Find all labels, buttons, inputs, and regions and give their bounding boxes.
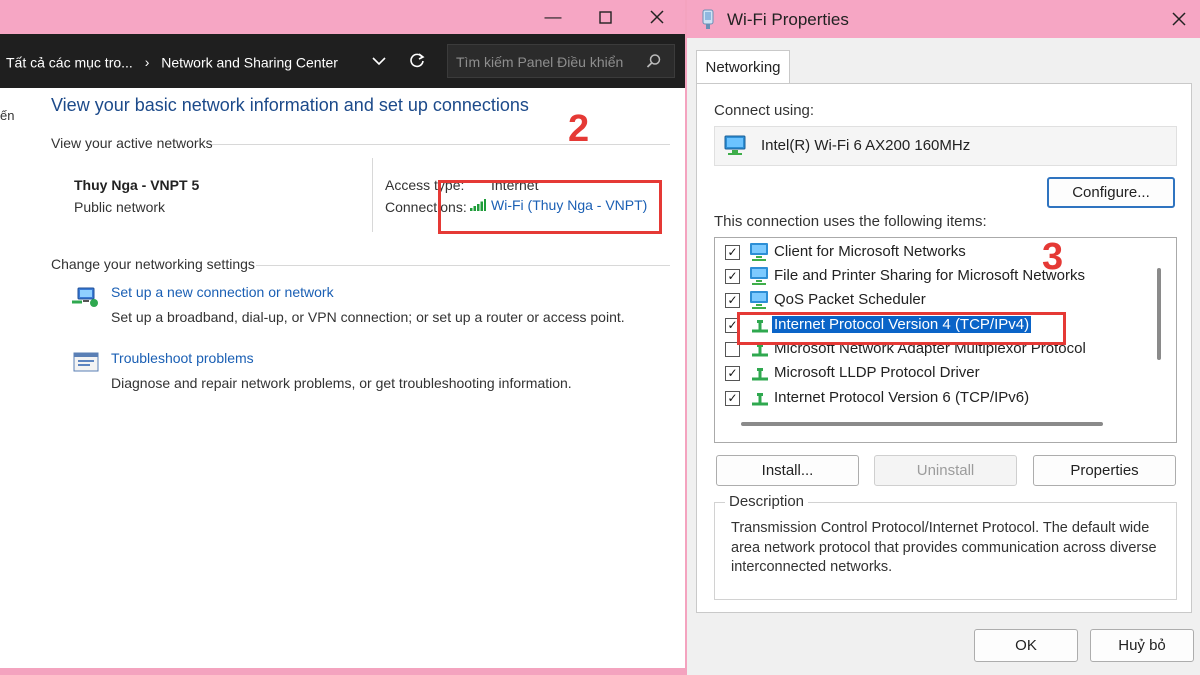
- item-label: Microsoft LLDP Protocol Driver: [774, 364, 980, 381]
- setup-connection-link[interactable]: Set up a new connection or network: [111, 284, 334, 300]
- maximize-button[interactable]: [582, 4, 628, 30]
- dialog-title: Wi-Fi Properties: [727, 10, 849, 29]
- cancel-button[interactable]: Huỷ bỏ: [1090, 629, 1194, 662]
- horizontal-scrollbar[interactable]: [741, 422, 1103, 426]
- item-checkbox[interactable]: ✓: [725, 391, 740, 406]
- wifi-properties-dialog: Wi-Fi Properties Networking Connect usin…: [687, 0, 1200, 675]
- setup-connection-desc: Set up a broadband, dial-up, or VPN conn…: [111, 309, 625, 325]
- breadcrumb: Tất cả các mục tro... › Network and Shar…: [6, 53, 338, 70]
- network-client-icon: [750, 243, 768, 261]
- chevron-down-icon: [372, 56, 386, 65]
- adapter-name: Intel(R) Wi-Fi 6 AX200 160MHz: [761, 137, 971, 154]
- network-adapter-icon: [724, 135, 746, 155]
- annotation-box-2: [438, 180, 662, 234]
- search-icon[interactable]: [646, 53, 662, 69]
- list-item[interactable]: ✓ Internet Protocol Version 6 (TCP/IPv6): [715, 386, 1151, 410]
- change-settings-label: Change your networking settings: [51, 256, 255, 272]
- network-setup-icon: [72, 287, 98, 307]
- description-group: Description Transmission Control Protoco…: [714, 493, 1177, 600]
- description-label: Description: [725, 493, 809, 510]
- maximize-icon: [598, 10, 612, 24]
- chevron-right-icon: ›: [144, 54, 150, 71]
- items-list-label: This connection uses the following items…: [714, 213, 987, 230]
- minimize-icon: —: [544, 7, 562, 26]
- dialog-titlebar: Wi-Fi Properties: [687, 0, 1200, 38]
- breadcrumb-item-network-center[interactable]: Network and Sharing Center: [161, 54, 338, 70]
- list-item[interactable]: ✓ QoS Packet Scheduler: [715, 288, 1151, 312]
- networking-tab-panel: Connect using: Intel(R) Wi-Fi 6 AX200 16…: [696, 83, 1192, 613]
- network-sharing-center-window: — Tất cả các mục tro... › Network and Sh…: [0, 0, 685, 668]
- uninstall-button[interactable]: Uninstall: [874, 455, 1017, 486]
- qos-icon: [750, 291, 768, 309]
- item-checkbox[interactable]: ✓: [725, 366, 740, 381]
- tab-networking[interactable]: Networking: [696, 50, 790, 83]
- vertical-divider: [372, 158, 373, 232]
- wifi-adapter-icon: [702, 9, 714, 29]
- search-input[interactable]: [454, 51, 638, 73]
- list-item[interactable]: ✓ Microsoft LLDP Protocol Driver: [715, 361, 1151, 385]
- search-box: [447, 44, 675, 78]
- item-label: File and Printer Sharing for Microsoft N…: [774, 267, 1085, 284]
- ok-button[interactable]: OK: [974, 629, 1078, 662]
- divider: [212, 144, 670, 145]
- sidebar-cut-label: ến: [0, 108, 15, 123]
- install-button[interactable]: Install...: [716, 455, 859, 486]
- protocol-icon: [752, 368, 768, 381]
- address-dropdown-button[interactable]: [366, 48, 392, 74]
- page-title: View your basic network information and …: [51, 95, 529, 115]
- annotation-box-3: [737, 312, 1066, 345]
- description-text: Transmission Control Protocol/Internet P…: [731, 520, 1157, 575]
- network-name: Thuy Nga - VNPT 5: [74, 177, 200, 193]
- item-checkbox[interactable]: ✓: [725, 269, 740, 284]
- tab-strip: Networking: [687, 38, 1200, 84]
- item-label: Client for Microsoft Networks: [774, 243, 966, 260]
- divider: [256, 265, 670, 266]
- close-icon: [650, 10, 664, 24]
- refresh-button[interactable]: [404, 48, 430, 74]
- troubleshoot-icon: [73, 352, 99, 372]
- troubleshoot-link[interactable]: Troubleshoot problems: [111, 350, 254, 366]
- item-label: QoS Packet Scheduler: [774, 291, 926, 308]
- annotation-number-3: 3: [1042, 236, 1064, 278]
- annotation-number-2: 2: [568, 108, 590, 150]
- item-checkbox[interactable]: ✓: [725, 245, 740, 260]
- list-item[interactable]: ✓ Client for Microsoft Networks: [715, 240, 1151, 264]
- troubleshoot-desc: Diagnose and repair network problems, or…: [111, 375, 572, 391]
- network-type: Public network: [74, 199, 166, 215]
- item-checkbox[interactable]: ✓: [725, 293, 740, 308]
- adapter-field: Intel(R) Wi-Fi 6 AX200 160MHz: [714, 126, 1177, 166]
- configure-button[interactable]: Configure...: [1047, 177, 1175, 208]
- item-label: Internet Protocol Version 6 (TCP/IPv6): [774, 389, 1030, 406]
- dialog-close-button[interactable]: [1164, 6, 1194, 32]
- refresh-icon: [410, 53, 425, 68]
- left-titlebar: —: [0, 0, 685, 34]
- address-bar: Tất cả các mục tro... › Network and Shar…: [0, 34, 685, 88]
- connect-using-label: Connect using:: [714, 102, 815, 119]
- left-content: ến View your basic network information a…: [0, 88, 685, 668]
- protocol-icon: [752, 393, 768, 406]
- list-item[interactable]: ✓ File and Printer Sharing for Microsoft…: [715, 264, 1151, 288]
- breadcrumb-item-all-items[interactable]: Tất cả các mục tro...: [6, 54, 133, 70]
- close-icon: [1172, 12, 1186, 26]
- properties-button[interactable]: Properties: [1033, 455, 1176, 486]
- vertical-scrollbar[interactable]: [1157, 268, 1161, 360]
- file-sharing-icon: [750, 267, 768, 285]
- close-button[interactable]: [634, 4, 680, 30]
- minimize-button[interactable]: —: [530, 4, 576, 30]
- active-networks-label: View your active networks: [51, 135, 213, 151]
